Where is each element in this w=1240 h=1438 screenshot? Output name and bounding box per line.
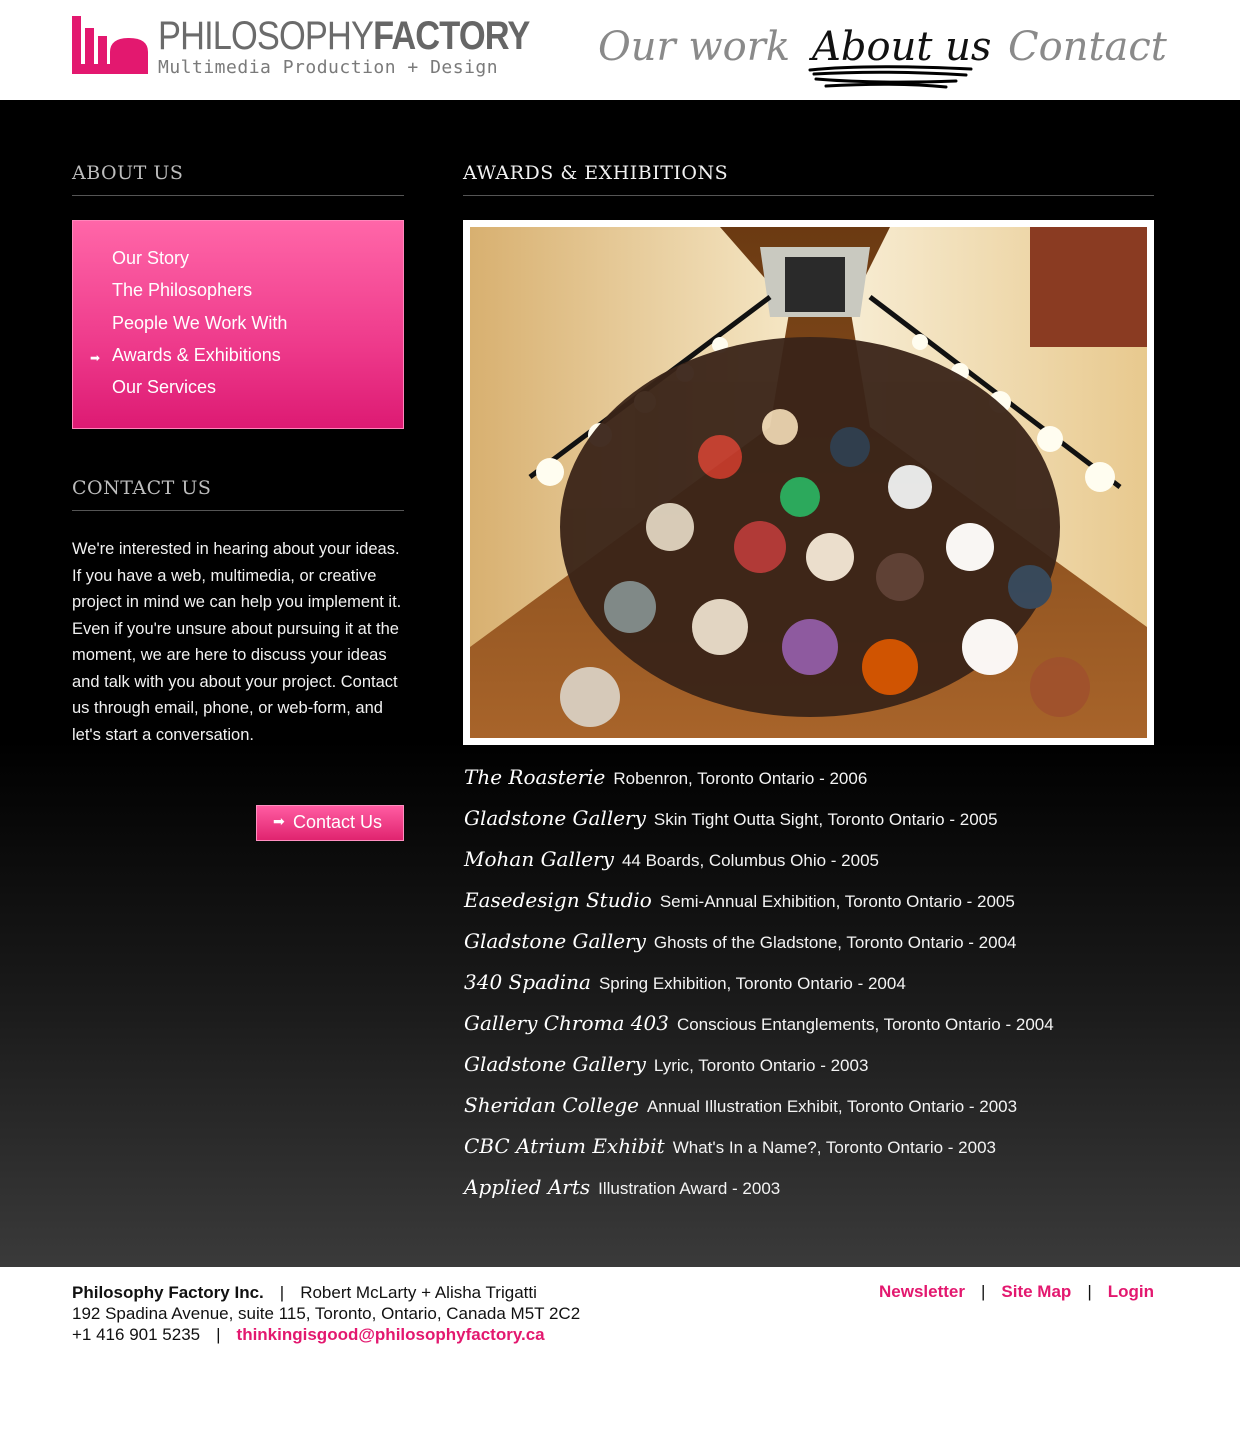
- menu-item-our-services[interactable]: Our Services: [112, 377, 216, 398]
- footer-phone: +1 416 901 5235: [72, 1325, 201, 1344]
- exhibition-venue: Gladstone Gallery: [464, 1052, 646, 1076]
- footer-separator: |: [980, 1282, 986, 1301]
- menu-item-awards-exhibitions[interactable]: Awards & Exhibitions: [112, 345, 281, 366]
- gallery-crowd-photo: [470, 227, 1147, 738]
- exhibition-detail: Semi-Annual Exhibition, Toronto Ontario …: [659, 892, 1015, 911]
- exhibition-venue: Gallery Chroma 403: [464, 1011, 669, 1035]
- exhibition-venue: 340 Spadina: [464, 970, 591, 994]
- menu-item-our-story[interactable]: Our Story: [112, 248, 189, 269]
- exhibition-venue: Easedesign Studio: [464, 888, 652, 912]
- about-heading-rule: [72, 195, 404, 196]
- contact-description: We're interested in hearing about your i…: [72, 540, 402, 744]
- exhibition-item: The Roasterie Robenron, Toronto Ontario -…: [464, 765, 867, 789]
- footer-separator: |: [279, 1283, 285, 1302]
- nav-our-work[interactable]: Our work: [598, 24, 790, 74]
- footer-company-line: Philosophy Factory Inc. | Robert McLarty +…: [72, 1283, 537, 1303]
- about-us-heading: ABOUT US: [72, 162, 184, 184]
- footer-link-newsletter[interactable]: Newsletter: [879, 1282, 965, 1301]
- footer-separator: |: [1087, 1282, 1092, 1301]
- main-content-area: ABOUT US Our Story The Philosophers Peop…: [0, 100, 1240, 1267]
- exhibition-item: Gladstone Gallery Lyric, Toronto Ontario …: [464, 1052, 868, 1076]
- exhibition-detail: What's In a Name?, Toronto Ontario - 200…: [672, 1138, 996, 1157]
- exhibition-item: Gladstone Gallery Ghosts of the Gladstone…: [464, 929, 1016, 953]
- exhibition-venue: Gladstone Gallery: [464, 806, 646, 830]
- exhibition-item: CBC Atrium Exhibit What's In a Name?, Tor…: [464, 1134, 996, 1158]
- site-footer: Philosophy Factory Inc. | Robert McLarty +…: [0, 1267, 1240, 1438]
- footer-links: Newsletter | Site Map | Login: [879, 1282, 1154, 1302]
- exhibition-detail: Robenron, Toronto Ontario - 2006: [613, 769, 868, 788]
- active-arrow-icon: ➡: [90, 351, 101, 365]
- exhibition-venue: CBC Atrium Exhibit: [464, 1134, 665, 1158]
- exhibition-item: Gallery Chroma 403 Conscious Entanglement…: [464, 1011, 1054, 1035]
- exhibition-venue: Applied Arts: [464, 1175, 591, 1199]
- menu-item-people-we-work-with[interactable]: People We Work With: [112, 313, 287, 334]
- exhibition-detail: 44 Boards, Columbus Ohio - 2005: [621, 851, 879, 870]
- contact-us-button-label: Contact Us: [293, 812, 383, 832]
- exhibition-venue: The Roasterie: [464, 765, 606, 789]
- exhibition-detail: Lyric, Toronto Ontario - 2003: [653, 1056, 869, 1075]
- exhibition-item: Gladstone Gallery Skin Tight Outta Sight,…: [464, 806, 998, 830]
- logo-mark-icon: [72, 16, 148, 74]
- site-logo[interactable]: PHILOSOPHYFACTORY Multimedia Production …: [72, 14, 530, 78]
- nav-contact[interactable]: Contact: [1008, 24, 1167, 74]
- exhibition-item: Mohan Gallery 44 Boards, Columbus Ohio - …: [464, 847, 879, 871]
- active-nav-underline-icon: [808, 65, 973, 89]
- logo-title: PHILOSOPHYFACTORY: [158, 14, 530, 58]
- exhibition-detail: Illustration Award - 2003: [598, 1179, 781, 1198]
- footer-people: Robert McLarty + Alisha Trigatti: [300, 1283, 537, 1302]
- footer-contact-line: +1 416 901 5235 | thinkingisgood@philosoph…: [72, 1325, 545, 1345]
- exhibition-venue: Gladstone Gallery: [464, 929, 646, 953]
- awards-heading-rule: [463, 195, 1154, 196]
- exhibition-item: Easedesign Studio Semi-Annual Exhibition,…: [464, 888, 1015, 912]
- exhibition-detail: Skin Tight Outta Sight, Toronto Ontario …: [653, 810, 998, 829]
- footer-separator: |: [216, 1325, 221, 1344]
- exhibition-detail: Annual Illustration Exhibit, Toronto Ont…: [646, 1097, 1018, 1116]
- footer-email-link[interactable]: thinkingisgood@philosophyfactory.ca: [237, 1325, 545, 1344]
- exhibition-venue: Sheridan College: [464, 1093, 639, 1117]
- contact-us-button[interactable]: ➡ Contact Us: [256, 805, 404, 841]
- logo-subtitle: Multimedia Production + Design: [158, 57, 499, 78]
- menu-item-the-philosophers[interactable]: The Philosophers: [112, 280, 252, 301]
- contact-heading-rule: [72, 510, 404, 511]
- footer-company-name: Philosophy Factory Inc.: [72, 1283, 264, 1302]
- exhibition-detail: Conscious Entanglements, Toronto Ontario…: [676, 1015, 1054, 1034]
- contact-us-heading: CONTACT US: [72, 477, 212, 499]
- awards-heading: AWARDS & EXHIBITIONS: [463, 162, 729, 184]
- exhibition-detail: Spring Exhibition, Toronto Ontario - 200…: [598, 974, 906, 993]
- footer-address: 192 Spadina Avenue, suite 115, Toronto, …: [72, 1304, 581, 1323]
- exhibition-photo-frame: [463, 220, 1154, 745]
- exhibition-venue: Mohan Gallery: [464, 847, 614, 871]
- exhibition-item: 340 Spadina Spring Exhibition, Toronto On…: [464, 970, 906, 994]
- footer-link-login[interactable]: Login: [1108, 1282, 1154, 1301]
- exhibition-item: Sheridan College Annual Illustration Exhi…: [464, 1093, 1017, 1117]
- exhibition-detail: Ghosts of the Gladstone, Toronto Ontario…: [653, 933, 1017, 952]
- exhibition-item: Applied Arts Illustration Award - 2003: [464, 1175, 780, 1199]
- about-submenu: Our Story The Philosophers People We Wor…: [72, 220, 404, 429]
- footer-link-site-map[interactable]: Site Map: [1001, 1282, 1071, 1301]
- arrow-right-icon: ➡: [273, 813, 285, 829]
- site-header: PHILOSOPHYFACTORY Multimedia Production …: [0, 0, 1240, 100]
